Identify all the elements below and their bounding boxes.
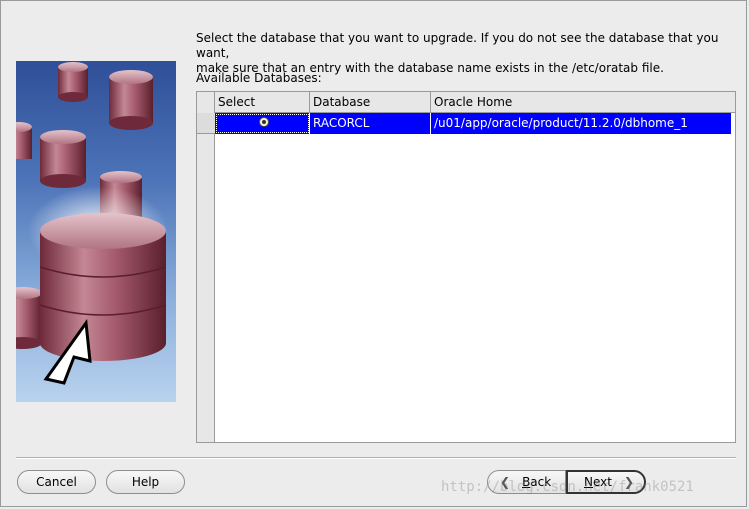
column-header-database[interactable]: Database [310,92,431,112]
next-button[interactable]: Next ❯ [566,470,646,494]
column-header-oracle-home[interactable]: Oracle Home [431,92,735,112]
table-header: Select Database Oracle Home [215,92,735,113]
database-cylinders-icon [16,62,168,385]
table-row[interactable]: RACORCL /u01/app/oracle/product/11.2.0/d… [215,113,731,134]
row-header-cell[interactable] [197,113,215,134]
instructions: Select the database that you want to upg… [196,31,736,76]
row-header-column [197,92,215,442]
oracle-home-cell[interactable]: /u01/app/oracle/product/11.2.0/dbhome_1 [431,113,731,134]
help-button[interactable]: Help [106,470,185,494]
cancel-button[interactable]: Cancel [17,470,96,494]
help-button-label: Help [131,475,160,489]
wizard-window: Select the database that you want to upg… [0,0,747,507]
column-header-select[interactable]: Select [215,92,310,112]
button-separator [16,457,736,459]
database-illustration [16,61,176,402]
select-cell[interactable] [215,113,310,134]
cancel-button-label: Cancel [36,475,77,489]
select-radio-button[interactable] [258,117,269,127]
back-button-label: Back [522,475,552,489]
database-cell[interactable]: RACORCL [310,113,431,134]
chevron-left-icon: ❮ [500,475,511,489]
chevron-right-icon: ❯ [623,475,635,489]
instructions-line-1: Select the database that you want to upg… [196,31,719,60]
databases-table[interactable]: Select Database Oracle Home RACORCL /u01… [196,91,736,443]
next-button-label: Next [584,475,612,489]
available-databases-label: Available Databases: [196,71,322,85]
back-button[interactable]: ❮ Back [487,470,566,494]
